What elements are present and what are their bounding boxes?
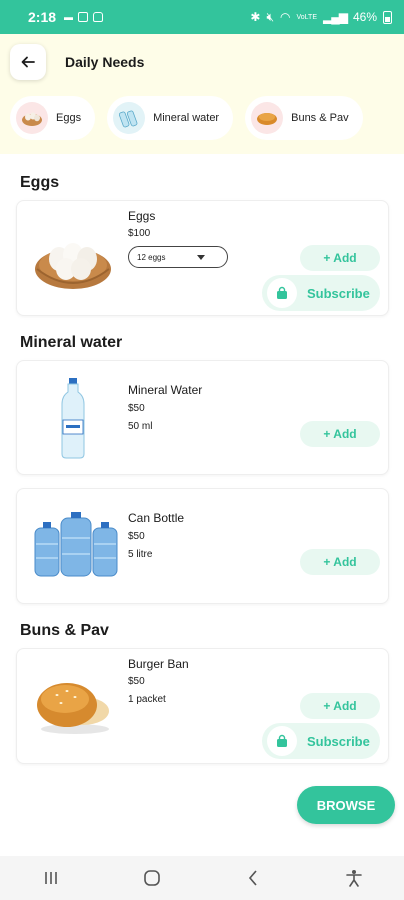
notification-icon: ▬ (64, 12, 74, 22)
mute-icon: 🔇︎ (266, 9, 275, 24)
subscribe-button[interactable]: Subscribe (262, 723, 380, 759)
home-icon (143, 870, 160, 886)
product-card-can-bottle: Can Bottle $50 5 litre + Add (16, 488, 389, 604)
chip-buns-pav[interactable]: Buns & Pav (245, 96, 363, 140)
network-label: VoLTE (296, 13, 318, 21)
accessibility-icon (345, 870, 362, 887)
egg-basket-icon (16, 102, 48, 134)
product-price: $50 (128, 403, 145, 414)
product-name: Eggs (128, 209, 156, 223)
recent-apps-button[interactable] (31, 858, 71, 898)
product-card-mineral-water: Mineral Water $50 50 ml + Add (16, 360, 389, 475)
quantity-select[interactable]: 12 eggs (128, 246, 228, 268)
water-bottle-icon (113, 102, 146, 134)
chevron-left-icon (248, 870, 257, 886)
bag-icon (267, 278, 297, 308)
chip-eggs[interactable]: Eggs (10, 96, 96, 140)
add-button[interactable]: + Add (300, 421, 380, 447)
subscribe-button[interactable]: Subscribe (262, 275, 380, 311)
product-card-eggs: Eggs $100 12 eggs + Add Subscribe (16, 200, 389, 316)
add-button[interactable]: + Add (300, 693, 380, 719)
section-title-eggs: Eggs (20, 174, 60, 191)
back-button[interactable] (10, 44, 46, 80)
lock-icon (93, 12, 104, 22)
chip-label: Buns & Pav (291, 112, 349, 124)
recent-apps-icon (44, 872, 57, 884)
product-name: Burger Ban (128, 657, 189, 671)
battery-icon (383, 10, 392, 24)
accessibility-button[interactable] (334, 858, 374, 898)
chip-label: Mineral water (153, 112, 220, 124)
wifi-icon: ◠ (280, 10, 291, 24)
battery-label: 46% (352, 10, 377, 24)
bun-icon (251, 102, 284, 134)
product-name: Mineral Water (128, 383, 203, 397)
system-nav-bar (0, 856, 404, 900)
subscribe-label: Subscribe (307, 285, 370, 301)
burger-bun-image (33, 667, 113, 743)
product-quantity: 5 litre (128, 549, 153, 560)
gallery-icon (78, 12, 89, 22)
category-chips: Eggs Mineral water Buns & Pav (10, 96, 363, 140)
product-price: $50 (128, 676, 145, 687)
header: Daily Needs (0, 44, 404, 80)
bluetooth-icon: ✱ (250, 10, 261, 24)
eggs-image (33, 219, 113, 295)
back-nav-button[interactable] (233, 858, 273, 898)
add-button[interactable]: + Add (300, 549, 380, 575)
product-price: $100 (128, 228, 151, 239)
top-area: Daily Needs Eggs Mineral water Buns & Pa… (0, 34, 404, 154)
product-price: $50 (128, 531, 145, 542)
quantity-select-value: 12 eggs (137, 252, 166, 262)
section-title-mineral-water: Mineral water (20, 334, 123, 351)
subscribe-label: Subscribe (307, 733, 370, 749)
status-right: ✱ 🔇︎ ◠ VoLTE ▂▄▆ 46% (250, 10, 392, 25)
product-name: Can Bottle (128, 511, 185, 525)
page-title: Daily Needs (65, 54, 145, 70)
browse-button[interactable]: BROWSE (297, 786, 395, 824)
home-button[interactable] (132, 858, 172, 898)
add-button[interactable]: + Add (300, 245, 380, 271)
signal-icon: ▂▄▆ (323, 10, 348, 24)
bag-icon (267, 726, 297, 756)
chip-label: Eggs (56, 112, 82, 124)
product-quantity: 50 ml (128, 421, 153, 432)
section-title-buns-pav: Buns & Pav (20, 622, 109, 639)
status-time: 2:18 (28, 9, 57, 25)
back-arrow-icon (21, 56, 35, 68)
chevron-down-icon (197, 254, 205, 260)
chip-mineral-water[interactable]: Mineral water (107, 96, 234, 140)
can-bottle-image (33, 507, 121, 583)
status-left-icons: ▬ (64, 12, 104, 22)
mineral-water-image (33, 375, 113, 461)
status-bar: 2:18 ▬ ✱ 🔇︎ ◠ VoLTE ▂▄▆ 46% (0, 0, 404, 34)
product-quantity: 1 packet (128, 694, 166, 705)
product-card-burger-ban: Burger Ban $50 1 packet + Add Subscribe (16, 648, 389, 764)
